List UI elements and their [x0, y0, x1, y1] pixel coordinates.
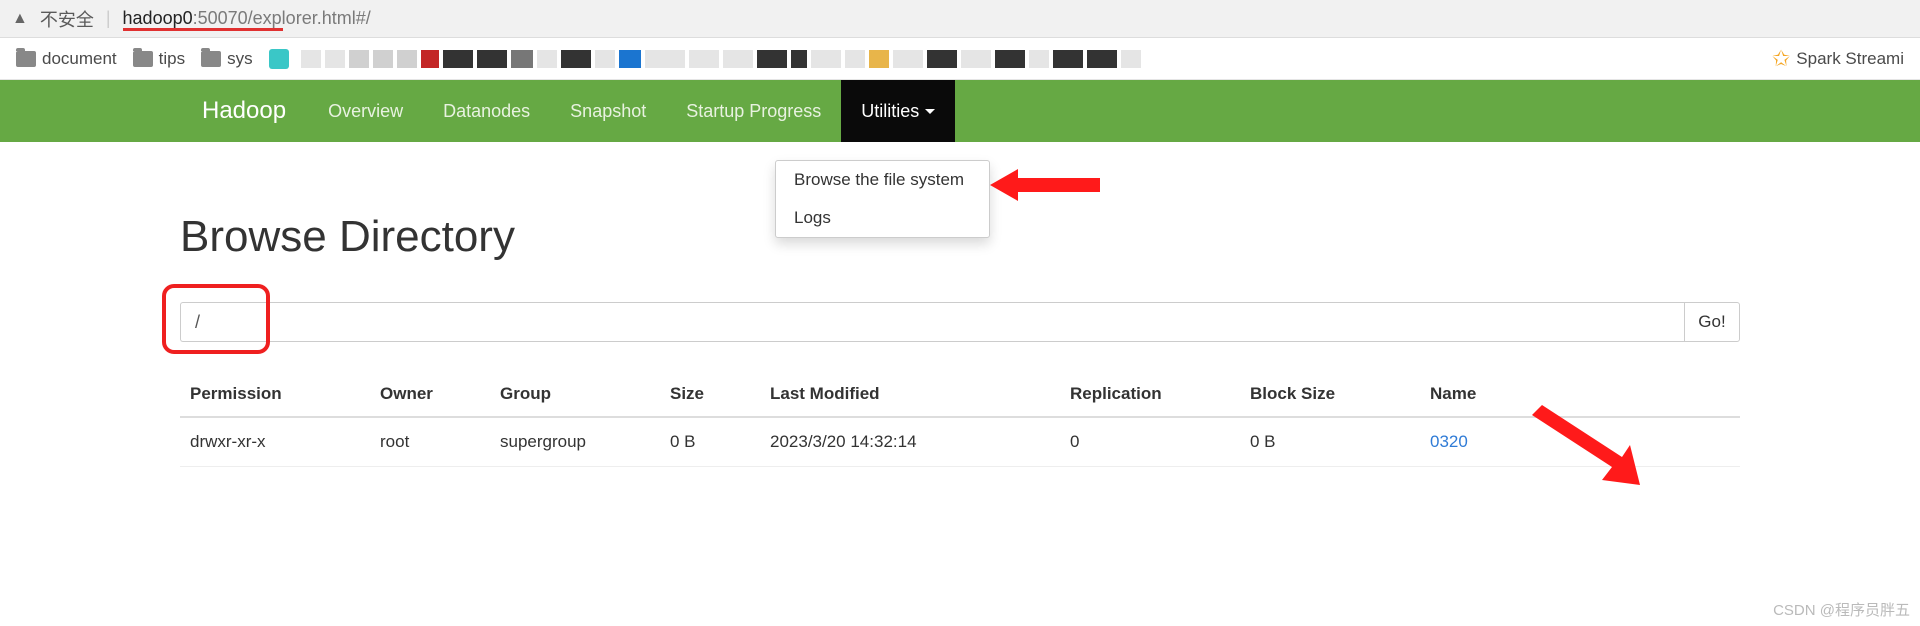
cell-permission: drwxr-xr-x	[180, 417, 370, 467]
cell-owner: root	[370, 417, 490, 467]
cell-replication: 0	[1060, 417, 1240, 467]
url-host: hadoop0	[123, 8, 193, 29]
annotation-arrow-dropdown	[990, 165, 1100, 205]
cell-group: supergroup	[490, 417, 660, 467]
th-block-size: Block Size	[1240, 372, 1420, 417]
annotation-underline	[123, 28, 283, 31]
browser-address-bar: ▲ 不安全 | hadoop0:50070/explorer.html#/	[0, 0, 1920, 38]
path-input-row: Go!	[180, 302, 1740, 342]
nav-link-overview[interactable]: Overview	[308, 80, 423, 142]
security-label: 不安全	[40, 6, 94, 32]
watermark: CSDN @程序员胖五	[1773, 599, 1910, 620]
th-size: Size	[660, 372, 760, 417]
nav-link-datanodes[interactable]: Datanodes	[423, 80, 550, 142]
table-header-row: Permission Owner Group Size Last Modifie…	[180, 372, 1740, 417]
bookmark-label: sys	[227, 49, 253, 69]
bookmark-folder-document[interactable]: document	[12, 47, 121, 71]
url-path: :50070/explorer.html#/	[193, 8, 371, 29]
utilities-dropdown: Browse the file system Logs	[775, 160, 990, 238]
bookmark-label: Spark Streami	[1796, 49, 1904, 69]
cell-size: 0 B	[660, 417, 760, 467]
cell-last-modified: 2023/3/20 14:32:14	[760, 417, 1060, 467]
annotation-arrow-name	[1530, 405, 1640, 485]
nav-link-snapshot[interactable]: Snapshot	[550, 80, 666, 142]
folder-icon	[201, 51, 221, 67]
dropdown-item-browse-fs[interactable]: Browse the file system	[776, 161, 989, 199]
bookmark-label: document	[42, 49, 117, 69]
blurred-bookmarks	[301, 50, 1141, 68]
nav-link-startup-progress[interactable]: Startup Progress	[666, 80, 841, 142]
bookmark-spark[interactable]: ✩ Spark Streami	[1768, 44, 1908, 74]
nav-brand[interactable]: Hadoop	[180, 80, 308, 142]
bookmarks-bar: document tips sys ✩ Spark Streami	[0, 38, 1920, 80]
star-icon: ✩	[1772, 46, 1790, 72]
chevron-down-icon	[925, 109, 935, 114]
folder-icon	[133, 51, 153, 67]
bookmark-item[interactable]	[265, 47, 293, 71]
directory-table: Permission Owner Group Size Last Modifie…	[180, 372, 1740, 467]
nav-link-utilities[interactable]: Utilities	[841, 80, 955, 142]
th-last-modified: Last Modified	[760, 372, 1060, 417]
dropdown-item-logs[interactable]: Logs	[776, 199, 989, 237]
th-replication: Replication	[1060, 372, 1240, 417]
app-icon	[269, 49, 289, 69]
table-row: drwxr-xr-x root supergroup 0 B 2023/3/20…	[180, 417, 1740, 467]
cell-block-size: 0 B	[1240, 417, 1420, 467]
warning-icon: ▲	[12, 10, 28, 28]
path-input[interactable]	[180, 302, 1684, 342]
directory-link[interactable]: 0320	[1430, 432, 1468, 451]
bookmark-label: tips	[159, 49, 185, 69]
nav-utilities-label: Utilities	[861, 101, 919, 122]
th-permission: Permission	[180, 372, 370, 417]
bookmark-folder-sys[interactable]: sys	[197, 47, 257, 71]
go-button[interactable]: Go!	[1684, 302, 1740, 342]
th-group: Group	[490, 372, 660, 417]
main-nav: Hadoop Overview Datanodes Snapshot Start…	[0, 80, 1920, 142]
url-display[interactable]: hadoop0:50070/explorer.html#/	[123, 8, 371, 29]
bookmark-folder-tips[interactable]: tips	[129, 47, 189, 71]
th-owner: Owner	[370, 372, 490, 417]
folder-icon	[16, 51, 36, 67]
